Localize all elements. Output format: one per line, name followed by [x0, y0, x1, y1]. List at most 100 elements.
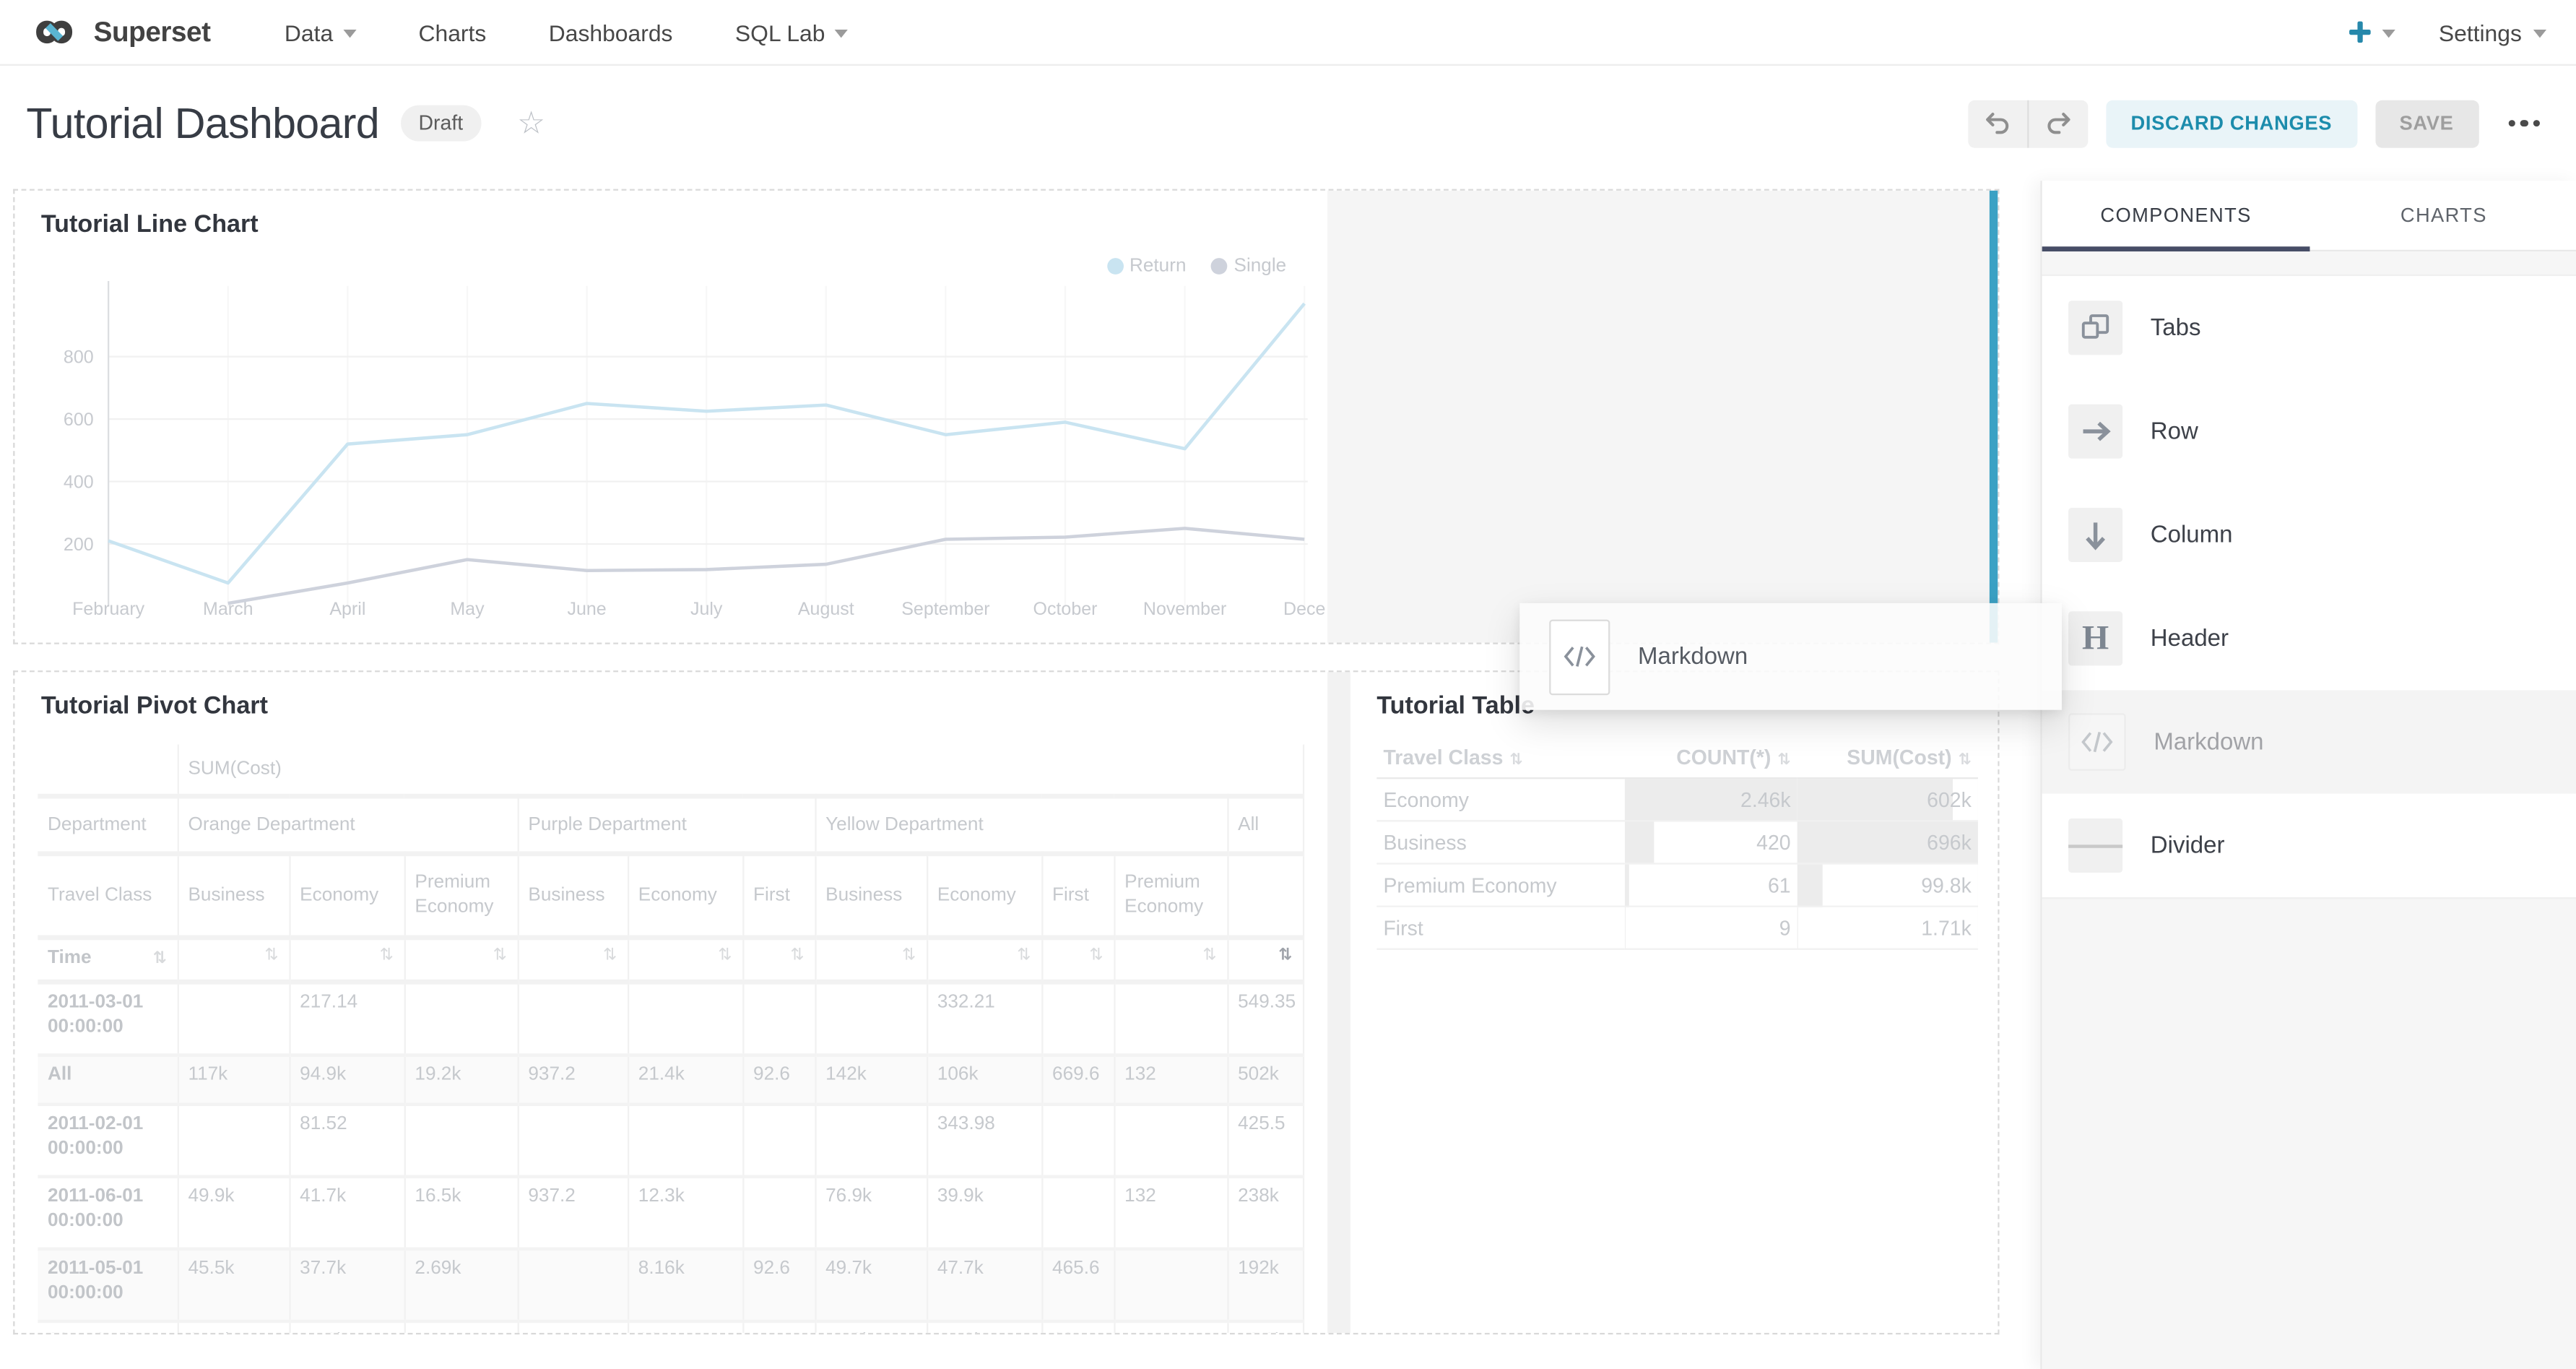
pivot-cell [1114, 982, 1227, 1055]
pivot-cell: 332.21 [927, 982, 1041, 1055]
sort-icon[interactable]: ⇅ [1017, 946, 1031, 964]
settings-label: Settings [2439, 19, 2522, 45]
favorite-star-icon[interactable]: ☆ [517, 108, 545, 139]
column-header-sum-cost[interactable]: SUM(Cost)⇅ [1797, 738, 1978, 779]
nav-right: Settings [2349, 19, 2546, 45]
undo-icon [1985, 111, 2011, 136]
table-cell: Economy [1376, 779, 1625, 821]
pivot-cell [178, 1105, 290, 1177]
pivot-dimension-label: Department [38, 796, 177, 854]
pivot-corner-cell [38, 745, 177, 797]
column-header-travel-class[interactable]: Travel Class⇅ [1376, 738, 1625, 779]
component-item-tabs[interactable]: Tabs [2042, 276, 2576, 379]
svg-text:April: April [329, 599, 365, 619]
sort-icon[interactable]: ⇅ [153, 950, 167, 968]
sort-icon[interactable]: ⇅ [1089, 946, 1103, 964]
nav-item-dashboards[interactable]: Dashboards [518, 0, 704, 65]
svg-text:May: May [450, 599, 485, 619]
line-chart-card[interactable]: Tutorial Line Chart ReturnSingle 2004006… [14, 191, 1327, 643]
tab-components[interactable]: COMPONENTS [2042, 181, 2310, 250]
pivot-class-row: Travel Class Business Economy Premium Ec… [38, 854, 1303, 938]
component-item-label: Divider [2151, 832, 2225, 858]
sort-icon[interactable]: ⇅ [718, 946, 732, 964]
legend-item[interactable]: Single [1211, 256, 1287, 276]
pivot-cell [1041, 1105, 1114, 1177]
pivot-row-label: 2011-02-01 00:00:00 [38, 1105, 177, 1177]
pivot-cell: 132 [1114, 1055, 1227, 1104]
sort-icon[interactable]: ⇅ [1202, 946, 1216, 964]
pivot-cell [1041, 1177, 1114, 1249]
nav-item-sql-lab[interactable]: SQL Lab [704, 0, 880, 65]
pivot-cell [178, 982, 290, 1055]
pivot-metric-label: SUM(Cost) [178, 745, 1303, 797]
component-item-label: Row [2151, 418, 2198, 444]
redo-button[interactable] [2029, 100, 2088, 147]
nav-item-label: Charts [418, 19, 486, 45]
sort-icon[interactable]: ⇅ [493, 946, 507, 964]
settings-menu[interactable]: Settings [2439, 19, 2546, 45]
pivot-data-row: 2011-05-01 00:00:00 45.5k 37.7k 2.69k 8.… [38, 1249, 1303, 1321]
pivot-data-row: 2011-04-01 00:00:00 21.4k 15.2k 927.77 1… [38, 1321, 1303, 1333]
pivot-class-label: Business [815, 854, 927, 938]
nav-item-data[interactable]: Data [253, 0, 388, 65]
page-title[interactable]: Tutorial Dashboard [26, 98, 379, 149]
component-item-divider[interactable]: Divider [2042, 794, 2576, 897]
pivot-cell: 21.4k [628, 1055, 742, 1104]
discard-changes-button[interactable]: DISCARD CHANGES [2106, 100, 2356, 147]
brand-name: Superset [94, 16, 211, 48]
sort-icon[interactable]: ⇅ [790, 946, 804, 964]
pivot-row-label: 2011-06-01 00:00:00 [38, 1177, 177, 1249]
pivot-cell: 47.7k [927, 1249, 1041, 1321]
svg-text:200: 200 [64, 535, 94, 555]
pivot-cell: 19.2k [404, 1055, 518, 1104]
pivot-cell [1114, 1321, 1227, 1333]
sort-icon-active[interactable]: ⇅ [1278, 946, 1292, 964]
sort-icon[interactable]: ⇅ [265, 946, 279, 964]
pivot-cell [404, 982, 518, 1055]
chevron-down-icon [2533, 30, 2546, 38]
header-icon: H [2068, 611, 2122, 665]
component-item-markdown[interactable]: Markdown [2042, 690, 2576, 793]
pivot-cell: 21.4k [178, 1321, 290, 1333]
pivot-cell: 39.9k [927, 1177, 1041, 1249]
pivot-cell [518, 1105, 628, 1177]
pivot-cell: 142k [815, 1055, 927, 1104]
pivot-chart-card[interactable]: Tutorial Pivot Chart SUM(Cost) Departmen… [14, 672, 1327, 1332]
pivot-cell: 132 [1114, 1177, 1227, 1249]
nav-item-label: Data [285, 19, 333, 45]
header-actions: DISCARD CHANGES SAVE [1968, 100, 2543, 147]
drop-indicator-bar [1990, 191, 1998, 643]
undo-button[interactable] [1968, 100, 2027, 147]
pivot-cell [628, 1105, 742, 1177]
component-item-row[interactable]: Row [2042, 379, 2576, 483]
chart-title: Tutorial Pivot Chart [41, 692, 268, 720]
pivot-row-label: 2011-04-01 00:00:00 [38, 1321, 177, 1333]
table-cell: 99.8k [1797, 864, 1978, 907]
table-chart-card[interactable]: Tutorial Table Travel Class⇅ COUNT(*)⇅ S… [1350, 672, 1998, 1332]
pivot-data-row: 2011-06-01 00:00:00 49.9k 41.7k 16.5k 93… [38, 1177, 1303, 1249]
new-item-button[interactable] [2349, 20, 2396, 44]
nav-item-charts[interactable]: Charts [387, 0, 517, 65]
pivot-cell: 937.2 [518, 1177, 628, 1249]
component-item-column[interactable]: Column [2042, 483, 2576, 587]
component-item-header[interactable]: H Header [2042, 587, 2576, 690]
superset-logo[interactable]: Superset [26, 14, 210, 49]
drag-ghost-markdown[interactable]: Markdown [1519, 603, 2062, 710]
sort-icon[interactable]: ⇅ [902, 946, 916, 964]
table-cell: 696k [1797, 821, 1978, 864]
table-cell: Premium Economy [1376, 864, 1625, 907]
more-options-icon[interactable] [2505, 113, 2543, 133]
pivot-cell [1041, 982, 1114, 1055]
pivot-cell: 502k [1227, 1055, 1303, 1104]
column-header-count[interactable]: COUNT(*)⇅ [1625, 738, 1797, 779]
legend-item[interactable]: Return [1106, 256, 1186, 276]
pivot-class-label: Premium Economy [1114, 854, 1227, 938]
svg-text:Dece: Dece [1283, 599, 1325, 619]
save-button[interactable]: SAVE [2375, 100, 2478, 147]
pivot-cell [742, 1177, 815, 1249]
sort-icon[interactable]: ⇅ [380, 946, 394, 964]
pivot-cell: 106k [927, 1055, 1041, 1104]
sort-icon[interactable]: ⇅ [603, 946, 617, 964]
tab-charts[interactable]: CHARTS [2310, 181, 2576, 250]
pivot-cell [742, 1321, 815, 1333]
